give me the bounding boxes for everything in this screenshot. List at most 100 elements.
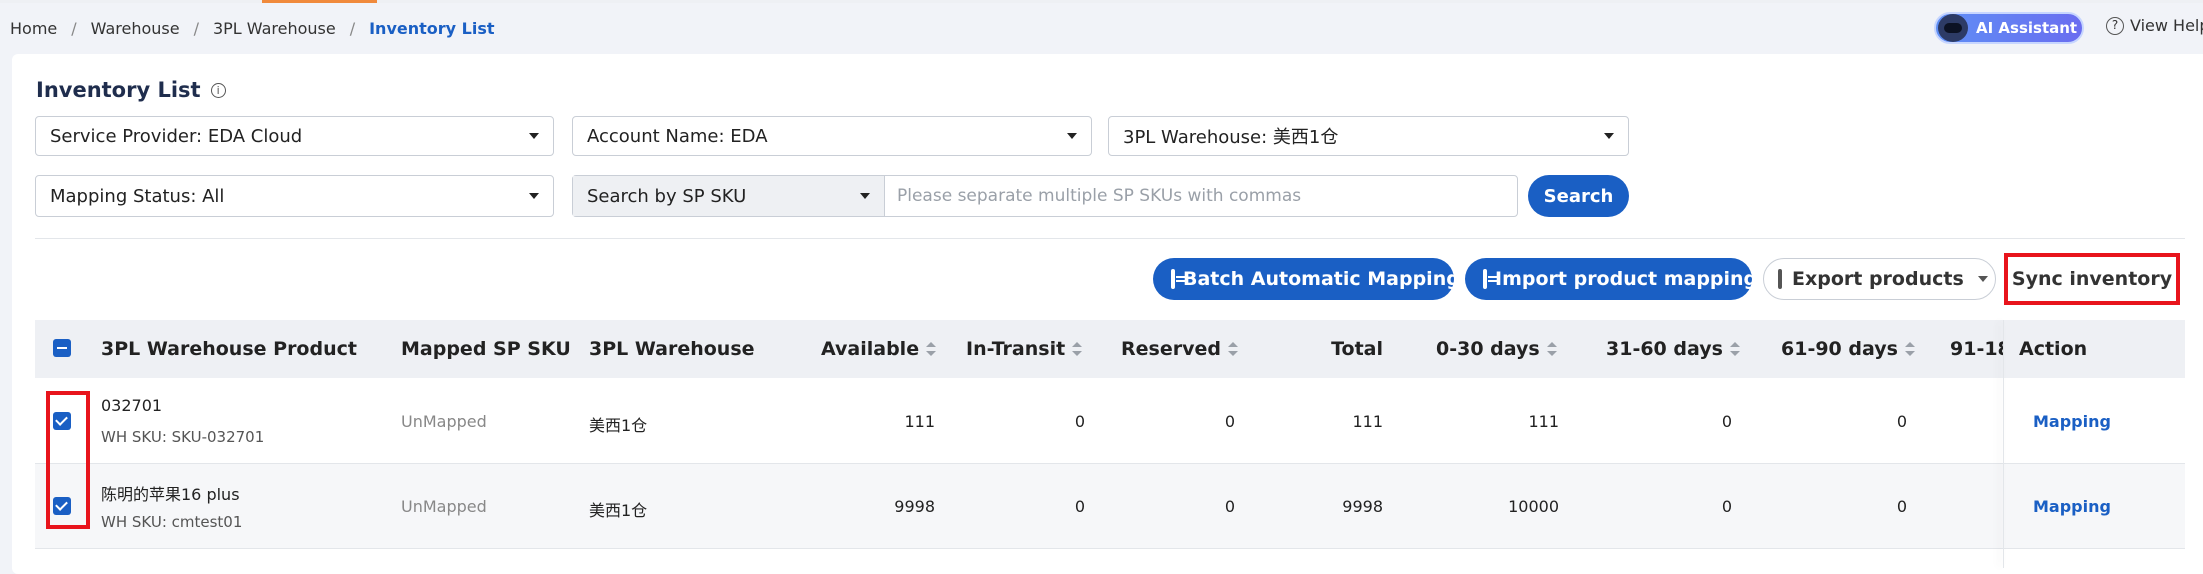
available-label: Available	[821, 338, 920, 360]
sku-search-input[interactable]	[885, 176, 1517, 216]
breadcrumb-separator: /	[193, 18, 199, 38]
column-header-31-60-days[interactable]: 31-60 days	[1606, 320, 1740, 378]
product-name: 032701	[101, 396, 163, 415]
in-transit-label: In-Transit	[966, 338, 1066, 360]
view-help-label: View Help	[2130, 16, 2203, 35]
warehouse-select[interactable]: 3PL Warehouse: 美西1仓	[1108, 116, 1629, 156]
sort-icon	[1227, 342, 1238, 356]
caret-down-icon	[1604, 133, 1614, 139]
available-qty: 111	[904, 412, 935, 431]
account-name-select[interactable]: Account Name: EDA	[572, 116, 1092, 156]
mapped-sku: UnMapped	[401, 497, 487, 516]
column-header-action: Action	[2019, 320, 2185, 378]
column-header-available[interactable]: Available	[821, 320, 937, 378]
warehouse-name: 美西1仓	[589, 501, 648, 520]
61-90-days-qty: 0	[1896, 412, 1907, 431]
import-file-icon	[1483, 269, 1498, 289]
ai-assistant-label: AI Assistant	[1976, 19, 2078, 37]
breadcrumb-separator: /	[349, 18, 356, 38]
top-bar	[0, 0, 2203, 3]
61-90-days-label: 61-90 days	[1781, 338, 1898, 360]
sort-icon	[1904, 342, 1915, 356]
sku-search-group: Search by SP SKU	[572, 175, 1518, 217]
mapping-status-select[interactable]: Mapping Status: All	[35, 175, 554, 217]
batch-automatic-mapping-label: Batch Automatic Mapping	[1183, 268, 1460, 290]
import-product-mapping-button[interactable]: Import product mapping	[1465, 258, 1757, 300]
mapping-status-value: Mapping Status: All	[50, 185, 225, 207]
column-header-in-transit[interactable]: In-Transit	[966, 320, 1083, 378]
breadcrumb-home[interactable]: Home	[10, 19, 57, 38]
breadcrumb-3pl-warehouse[interactable]: 3PL Warehouse	[213, 19, 336, 38]
61-90-days-qty: 0	[1896, 497, 1907, 516]
column-header-91-180-days[interactable]: 91-180	[1950, 320, 2004, 378]
caret-down-icon	[529, 133, 539, 139]
31-60-days-qty: 0	[1721, 497, 1732, 516]
breadcrumb: Home / Warehouse / 3PL Warehouse / Inven…	[10, 17, 495, 39]
sort-icon	[926, 342, 937, 356]
search-by-value: Search by SP SKU	[587, 185, 747, 207]
help-icon: ?	[2106, 16, 2124, 35]
service-provider-value: Service Provider: EDA Cloud	[50, 125, 303, 147]
search-by-select[interactable]: Search by SP SKU	[573, 176, 885, 216]
31-60-days-label: 31-60 days	[1606, 338, 1723, 360]
warehouse-name: 美西1仓	[589, 416, 648, 435]
column-header-mapped-sku: Mapped SP SKU	[401, 338, 571, 360]
warehouse-value: 3PL Warehouse: 美西1仓	[1123, 127, 1339, 148]
export-products-label: Export products	[1792, 268, 1964, 290]
divider	[35, 238, 2185, 239]
in-transit-qty: 0	[1074, 497, 1085, 516]
total-qty: 9998	[1342, 497, 1383, 516]
0-30-days-label: 0-30 days	[1436, 338, 1540, 360]
column-header-warehouse: 3PL Warehouse	[589, 338, 755, 360]
sort-icon	[1729, 342, 1740, 356]
0-30-days-qty: 10000	[1508, 497, 1559, 516]
total-qty: 111	[1352, 412, 1383, 431]
export-file-icon	[1778, 269, 1782, 289]
caret-down-icon	[529, 193, 539, 199]
robot-icon	[1938, 14, 1968, 42]
breadcrumb-warehouse[interactable]: Warehouse	[91, 19, 180, 38]
search-button[interactable]: Search	[1528, 175, 1629, 217]
mapping-link[interactable]: Mapping	[2033, 497, 2111, 516]
checkbox-highlight	[46, 391, 90, 529]
0-30-days-qty: 111	[1528, 412, 1559, 431]
reserved-qty: 0	[1224, 412, 1235, 431]
view-help-link[interactable]: ? View Help	[2106, 16, 2203, 35]
caret-down-icon	[860, 193, 870, 199]
page-title: Inventory List i	[36, 78, 226, 102]
caret-down-icon	[1067, 133, 1077, 139]
batch-mapping-icon	[1171, 269, 1186, 289]
account-name-value: Account Name: EDA	[587, 125, 768, 147]
available-qty: 9998	[894, 497, 935, 516]
column-header-reserved[interactable]: Reserved	[1121, 320, 1238, 378]
page-title-text: Inventory List	[36, 78, 201, 102]
info-icon[interactable]: i	[210, 82, 226, 98]
import-product-mapping-label: Import product mapping	[1495, 268, 1758, 290]
service-provider-select[interactable]: Service Provider: EDA Cloud	[35, 116, 554, 156]
31-60-days-qty: 0	[1721, 412, 1732, 431]
select-all-checkbox[interactable]	[53, 339, 71, 357]
column-header-61-90-days[interactable]: 61-90 days	[1781, 320, 1915, 378]
action-column-divider	[2003, 320, 2004, 568]
reserved-label: Reserved	[1121, 338, 1221, 360]
product-name: 陈明的苹果16 plus	[101, 485, 240, 504]
breadcrumb-current: Inventory List	[369, 18, 495, 38]
sync-inventory-button[interactable]: Sync inventory	[2004, 253, 2180, 305]
batch-automatic-mapping-button[interactable]: Batch Automatic Mapping	[1153, 258, 1460, 300]
mapping-link[interactable]: Mapping	[2033, 412, 2111, 431]
export-products-button[interactable]: Export products	[1763, 258, 1996, 300]
caret-down-icon	[1977, 276, 1988, 282]
column-header-product: 3PL Warehouse Product	[101, 338, 357, 360]
wh-sku: WH SKU: SKU-032701	[101, 428, 265, 446]
reserved-qty: 0	[1224, 497, 1235, 516]
wh-sku: WH SKU: cmtest01	[101, 513, 243, 531]
breadcrumb-separator: /	[71, 18, 77, 38]
active-tab-indicator	[262, 0, 377, 3]
sort-icon	[1072, 342, 1083, 356]
column-header-total: Total	[1331, 338, 1383, 360]
sort-icon	[1546, 342, 1557, 356]
in-transit-qty: 0	[1074, 412, 1085, 431]
ai-assistant-button[interactable]: AI Assistant	[1934, 12, 2084, 44]
column-header-0-30-days[interactable]: 0-30 days	[1436, 320, 1557, 378]
mapped-sku: UnMapped	[401, 412, 487, 431]
